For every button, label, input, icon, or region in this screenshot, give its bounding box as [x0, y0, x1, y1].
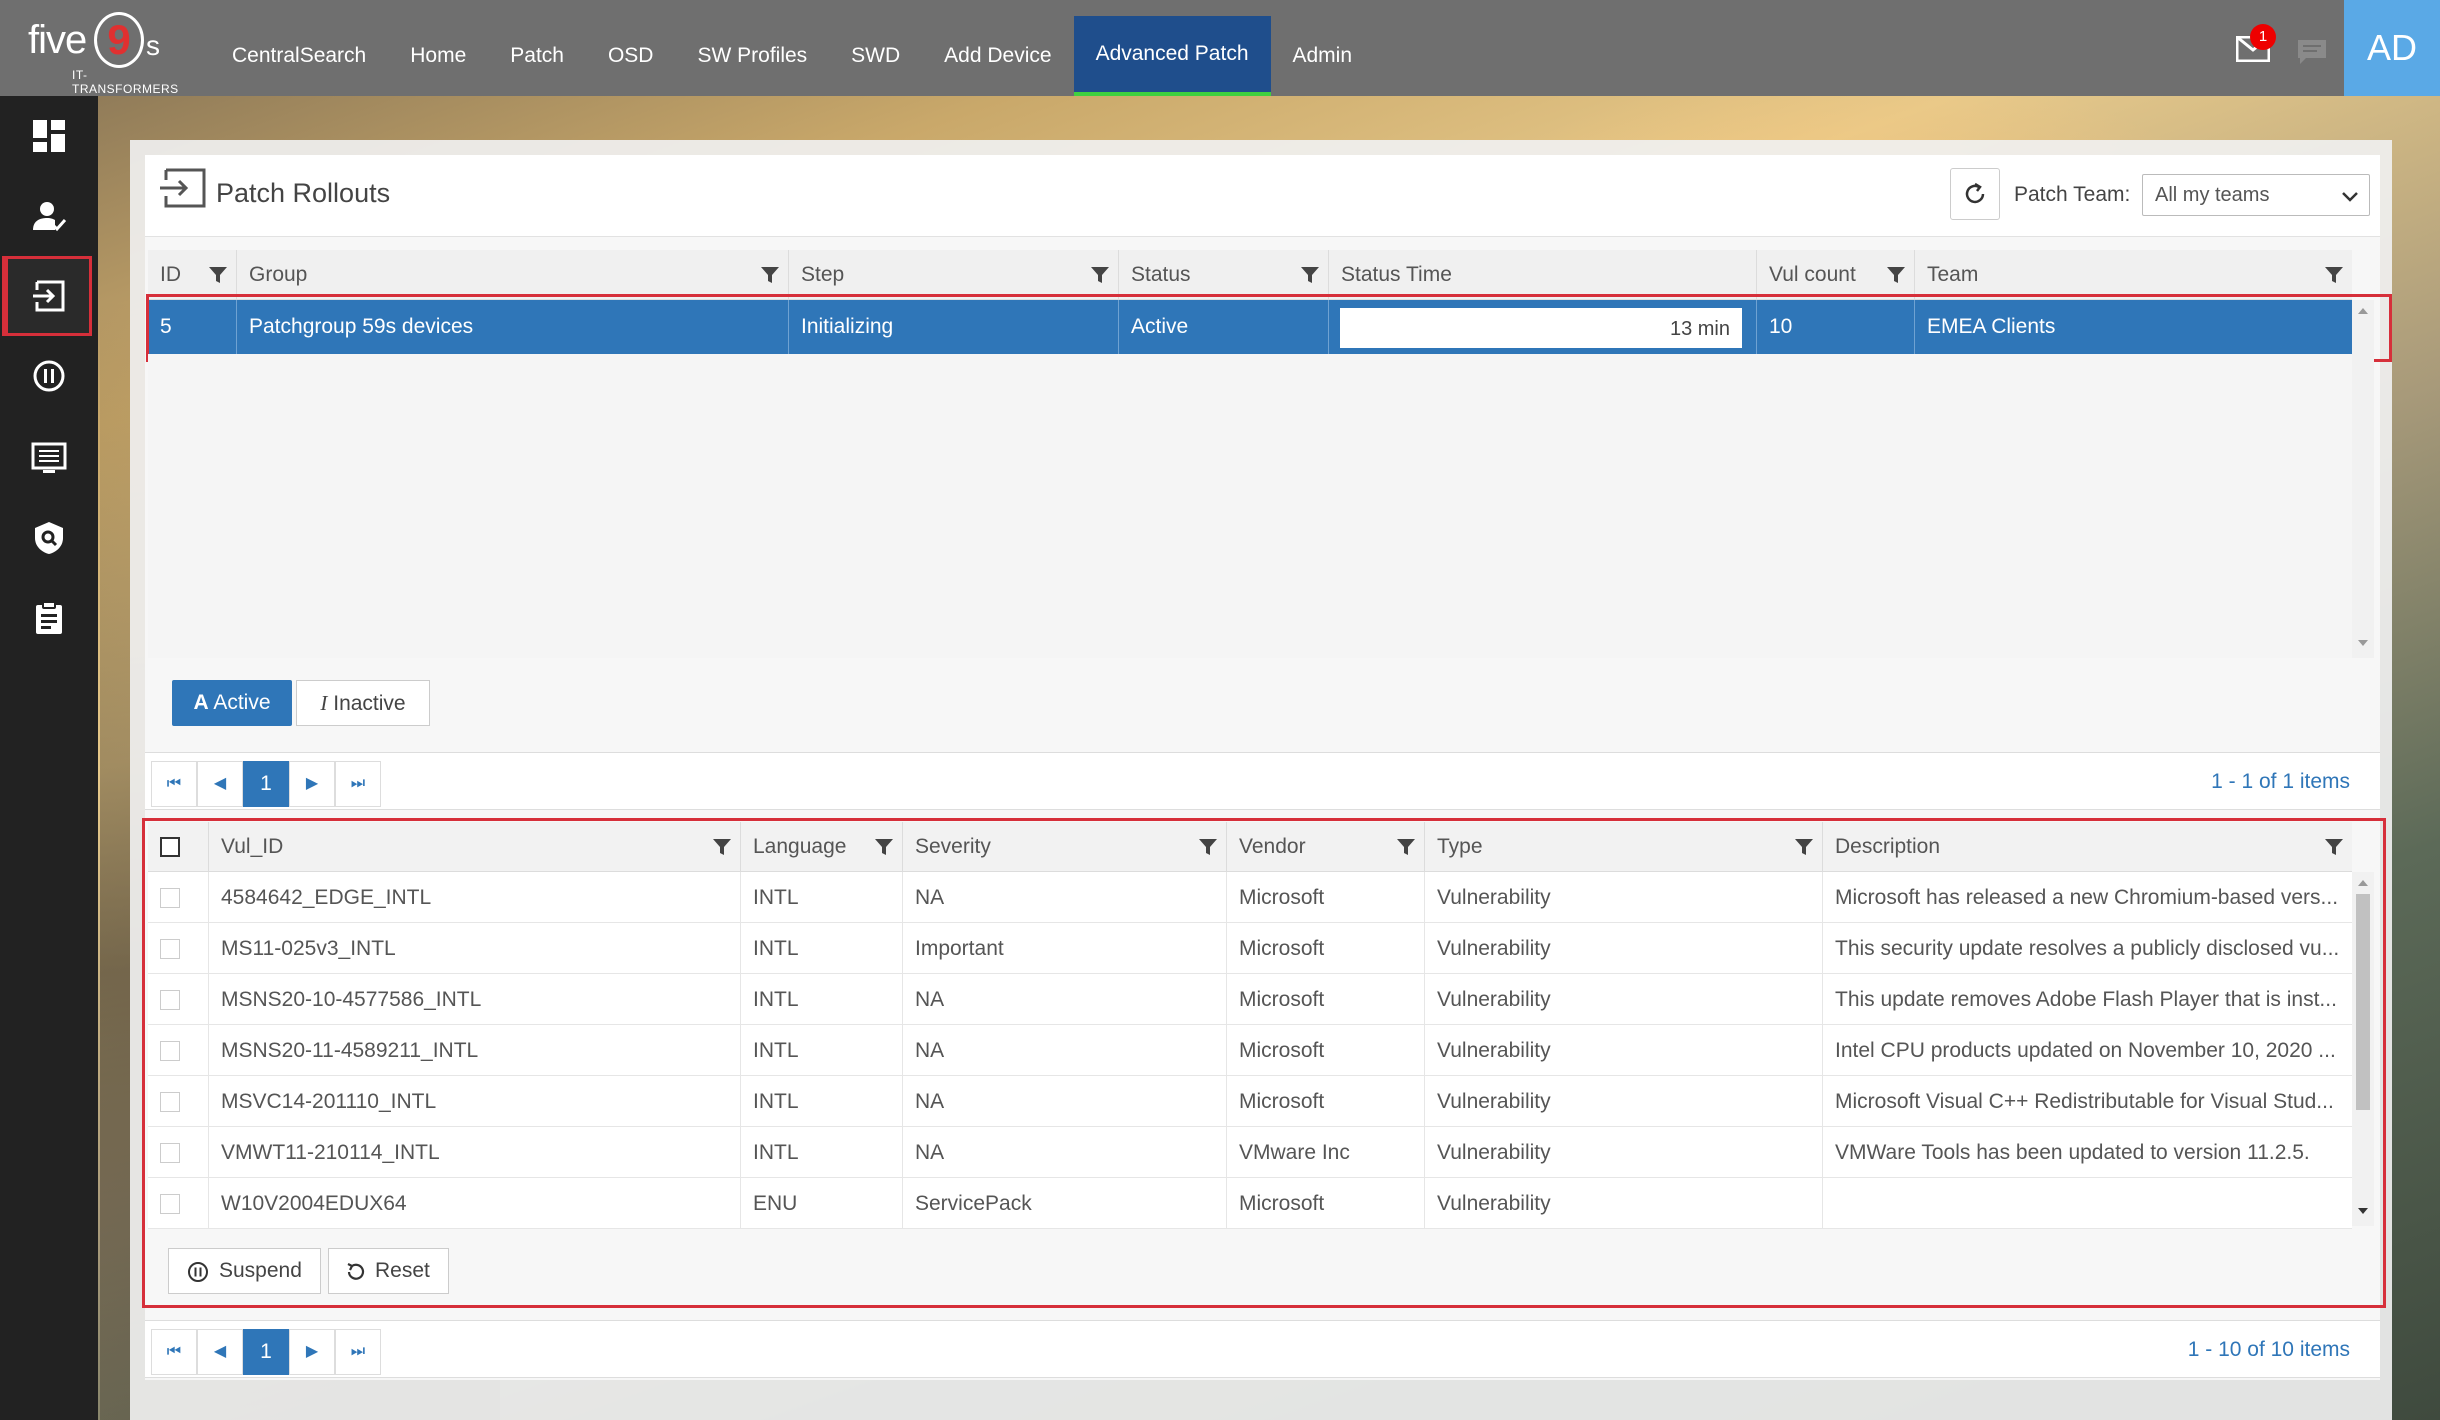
patch-team-value: All my teams — [2155, 184, 2270, 206]
sidebar-item-rollouts[interactable] — [2, 256, 92, 336]
column-header-id[interactable]: ID — [148, 250, 236, 300]
first-page-button[interactable]: ⏮ — [151, 1329, 197, 1375]
chevron-down-icon — [2342, 192, 2358, 202]
filter-inactive-label: Inactive — [333, 692, 406, 715]
column-header-label: Status Time — [1341, 263, 1452, 286]
filter-inactive-button[interactable]: I Inactive — [296, 680, 430, 726]
rollouts-grid-header: ID Group Step Status Status Time Vul cou… — [148, 250, 2352, 300]
rollouts-grid-empty-area — [148, 354, 2352, 658]
column-header-label: Group — [249, 263, 308, 286]
avatar[interactable]: AD — [2344, 0, 2440, 96]
first-page-button[interactable]: ⏮ — [151, 761, 197, 807]
main-nav: CentralSearch Home Patch OSD SW Profiles… — [210, 16, 1374, 96]
logo-nine: 9 — [94, 12, 144, 68]
next-page-button[interactable]: ▶ — [289, 761, 335, 807]
nav-patch[interactable]: Patch — [488, 16, 586, 96]
nav-sw-profiles[interactable]: SW Profiles — [675, 16, 829, 96]
nav-admin[interactable]: Admin — [1271, 16, 1375, 96]
filter-icon[interactable] — [1090, 265, 1110, 285]
column-header-status[interactable]: Status — [1118, 250, 1328, 300]
scroll-down-icon[interactable] — [2356, 638, 2370, 648]
filter-icon[interactable] — [2324, 265, 2344, 285]
vulns-pager: ⏮ ◀ 1 ▶ ⏭ 1 - 10 of 10 items — [145, 1320, 2380, 1378]
last-page-button[interactable]: ⏭ — [335, 1329, 381, 1375]
column-header-status-time[interactable]: Status Time — [1328, 250, 1756, 300]
sidebar-item-dashboard[interactable] — [0, 96, 98, 176]
logo-subtitle: IT-TRANSFORMERS — [72, 68, 179, 96]
shield-search-icon — [35, 522, 63, 554]
filter-icon[interactable] — [1886, 265, 1906, 285]
nav-advanced-patch[interactable]: Advanced Patch — [1073, 16, 1271, 96]
sidebar-item-reports[interactable] — [0, 578, 98, 658]
nav-swd[interactable]: SWD — [829, 16, 922, 96]
filter-icon[interactable] — [208, 265, 228, 285]
column-header-label: Status — [1131, 263, 1191, 286]
nav-home[interactable]: Home — [388, 16, 488, 96]
rollouts-pager: ⏮ ◀ 1 ▶ ⏭ 1 - 1 of 1 items — [145, 752, 2380, 810]
column-header-label: ID — [160, 263, 181, 286]
highlight-frame — [146, 294, 2392, 362]
page-title: Patch Rollouts — [216, 178, 391, 208]
clipboard-icon — [36, 601, 62, 634]
top-bar: five 9 s IT-TRANSFORMERS CentralSearch H… — [0, 0, 2440, 96]
logo[interactable]: five 9 s IT-TRANSFORMERS — [28, 12, 188, 96]
logo-suffix: s — [146, 30, 160, 61]
column-header-vul-count[interactable]: Vul count — [1756, 250, 1914, 300]
column-header-label: Team — [1927, 263, 1979, 286]
patch-team-select[interactable]: All my teams — [2142, 174, 2370, 216]
filter-icon[interactable] — [760, 265, 780, 285]
column-header-step[interactable]: Step — [788, 250, 1118, 300]
sidebar-item-list[interactable] — [0, 418, 98, 498]
last-page-button[interactable]: ⏭ — [335, 761, 381, 807]
list-display-icon — [31, 442, 67, 473]
current-page-button[interactable]: 1 — [243, 1329, 289, 1375]
column-header-label: Step — [801, 263, 845, 286]
prev-page-button[interactable]: ◀ — [197, 761, 243, 807]
user-check-icon — [33, 202, 67, 232]
patch-team-label: Patch Team: — [2014, 183, 2131, 206]
nav-osd[interactable]: OSD — [586, 16, 676, 96]
sidebar-item-suspended[interactable] — [0, 336, 98, 416]
prev-page-button[interactable]: ◀ — [197, 1329, 243, 1375]
filter-active-button[interactable]: A Active — [172, 680, 292, 726]
inactive-glyph-icon: I — [320, 691, 328, 715]
column-header-label: Vul count — [1769, 263, 1856, 286]
active-glyph-icon: A — [193, 691, 209, 714]
dashboard-icon — [33, 120, 65, 152]
column-header-team[interactable]: Team — [1914, 250, 2352, 300]
current-page-button[interactable]: 1 — [243, 761, 289, 807]
logo-text: five — [28, 18, 87, 62]
pager-info: 1 - 10 of 10 items — [2187, 1338, 2350, 1361]
sidebar-item-security[interactable] — [0, 498, 98, 578]
chat-icon[interactable] — [2296, 38, 2328, 66]
highlight-frame — [142, 818, 2386, 1308]
pager-info: 1 - 1 of 1 items — [2211, 770, 2350, 793]
next-page-button[interactable]: ▶ — [289, 1329, 335, 1375]
rollout-icon — [32, 280, 64, 312]
nav-centralsearch[interactable]: CentralSearch — [210, 16, 388, 96]
refresh-button[interactable] — [1950, 168, 2000, 220]
refresh-icon — [1965, 182, 1985, 204]
rollout-title-icon — [160, 168, 206, 208]
nav-add-device[interactable]: Add Device — [922, 16, 1073, 96]
scroll-up-icon[interactable] — [2356, 306, 2370, 316]
sidebar-item-user-check[interactable] — [0, 176, 98, 256]
pause-circle-icon — [33, 360, 65, 392]
filter-icon[interactable] — [1300, 265, 1320, 285]
filter-active-label: Active — [213, 691, 271, 714]
rollouts-scrollbar[interactable] — [2352, 300, 2374, 658]
notification-badge: 1 — [2250, 24, 2276, 50]
column-header-group[interactable]: Group — [236, 250, 788, 300]
sidebar — [0, 96, 98, 1420]
